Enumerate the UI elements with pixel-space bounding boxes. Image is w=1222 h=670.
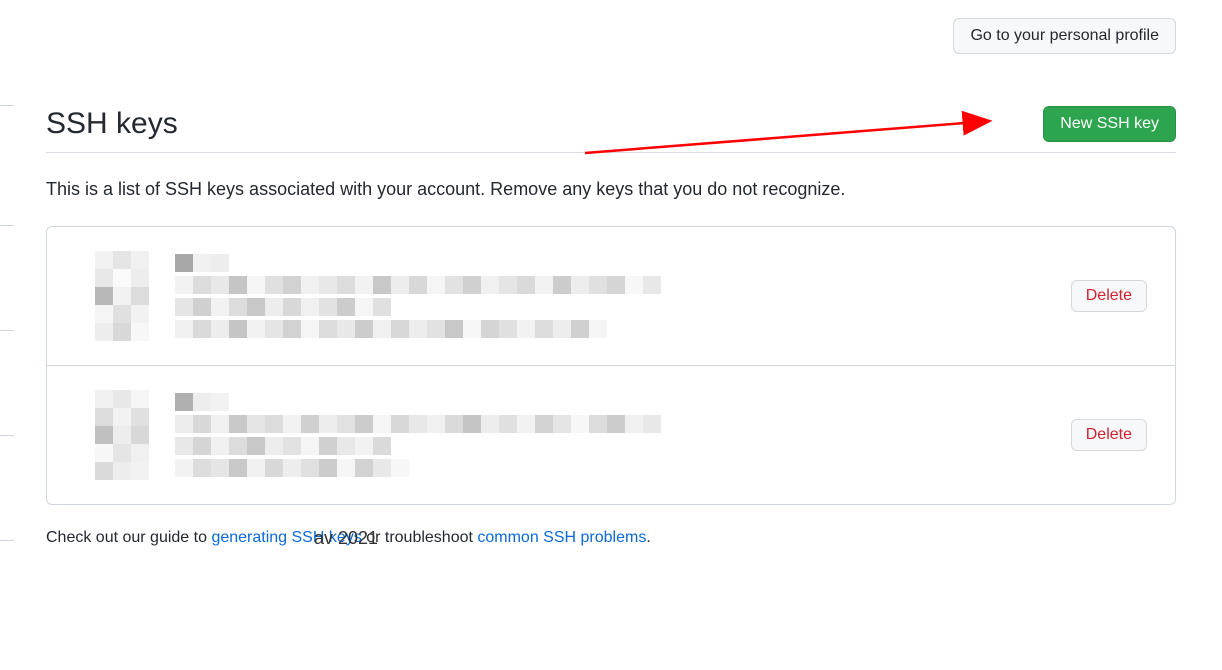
footer-help-text: Check out our guide to generating SSH ke…	[46, 529, 1176, 547]
footer-middle: or troubleshoot	[362, 529, 478, 546]
ssh-key-item: Delete	[47, 365, 1175, 504]
page-title: SSH keys	[46, 107, 178, 141]
key-details-redacted	[175, 254, 1071, 338]
section-header: SSH keys New SSH key	[46, 106, 1176, 153]
common-ssh-problems-link[interactable]: common SSH problems	[477, 529, 646, 546]
key-icon	[95, 251, 155, 341]
key-details-redacted	[175, 393, 1071, 477]
section-description: This is a list of SSH keys associated wi…	[46, 179, 1176, 200]
delete-key-button[interactable]: Delete	[1071, 419, 1147, 451]
new-ssh-key-button[interactable]: New SSH key	[1043, 106, 1176, 142]
ssh-keys-list: Delete	[46, 226, 1176, 505]
footer-prefix: Check out our guide to	[46, 529, 211, 546]
go-to-profile-button[interactable]: Go to your personal profile	[953, 18, 1176, 54]
partial-date-text: av 2021	[314, 528, 378, 549]
sidebar-edge	[0, 0, 14, 670]
key-icon	[95, 390, 155, 480]
delete-key-button[interactable]: Delete	[1071, 280, 1147, 312]
footer-suffix: .	[646, 529, 650, 546]
ssh-key-item: Delete	[47, 227, 1175, 365]
